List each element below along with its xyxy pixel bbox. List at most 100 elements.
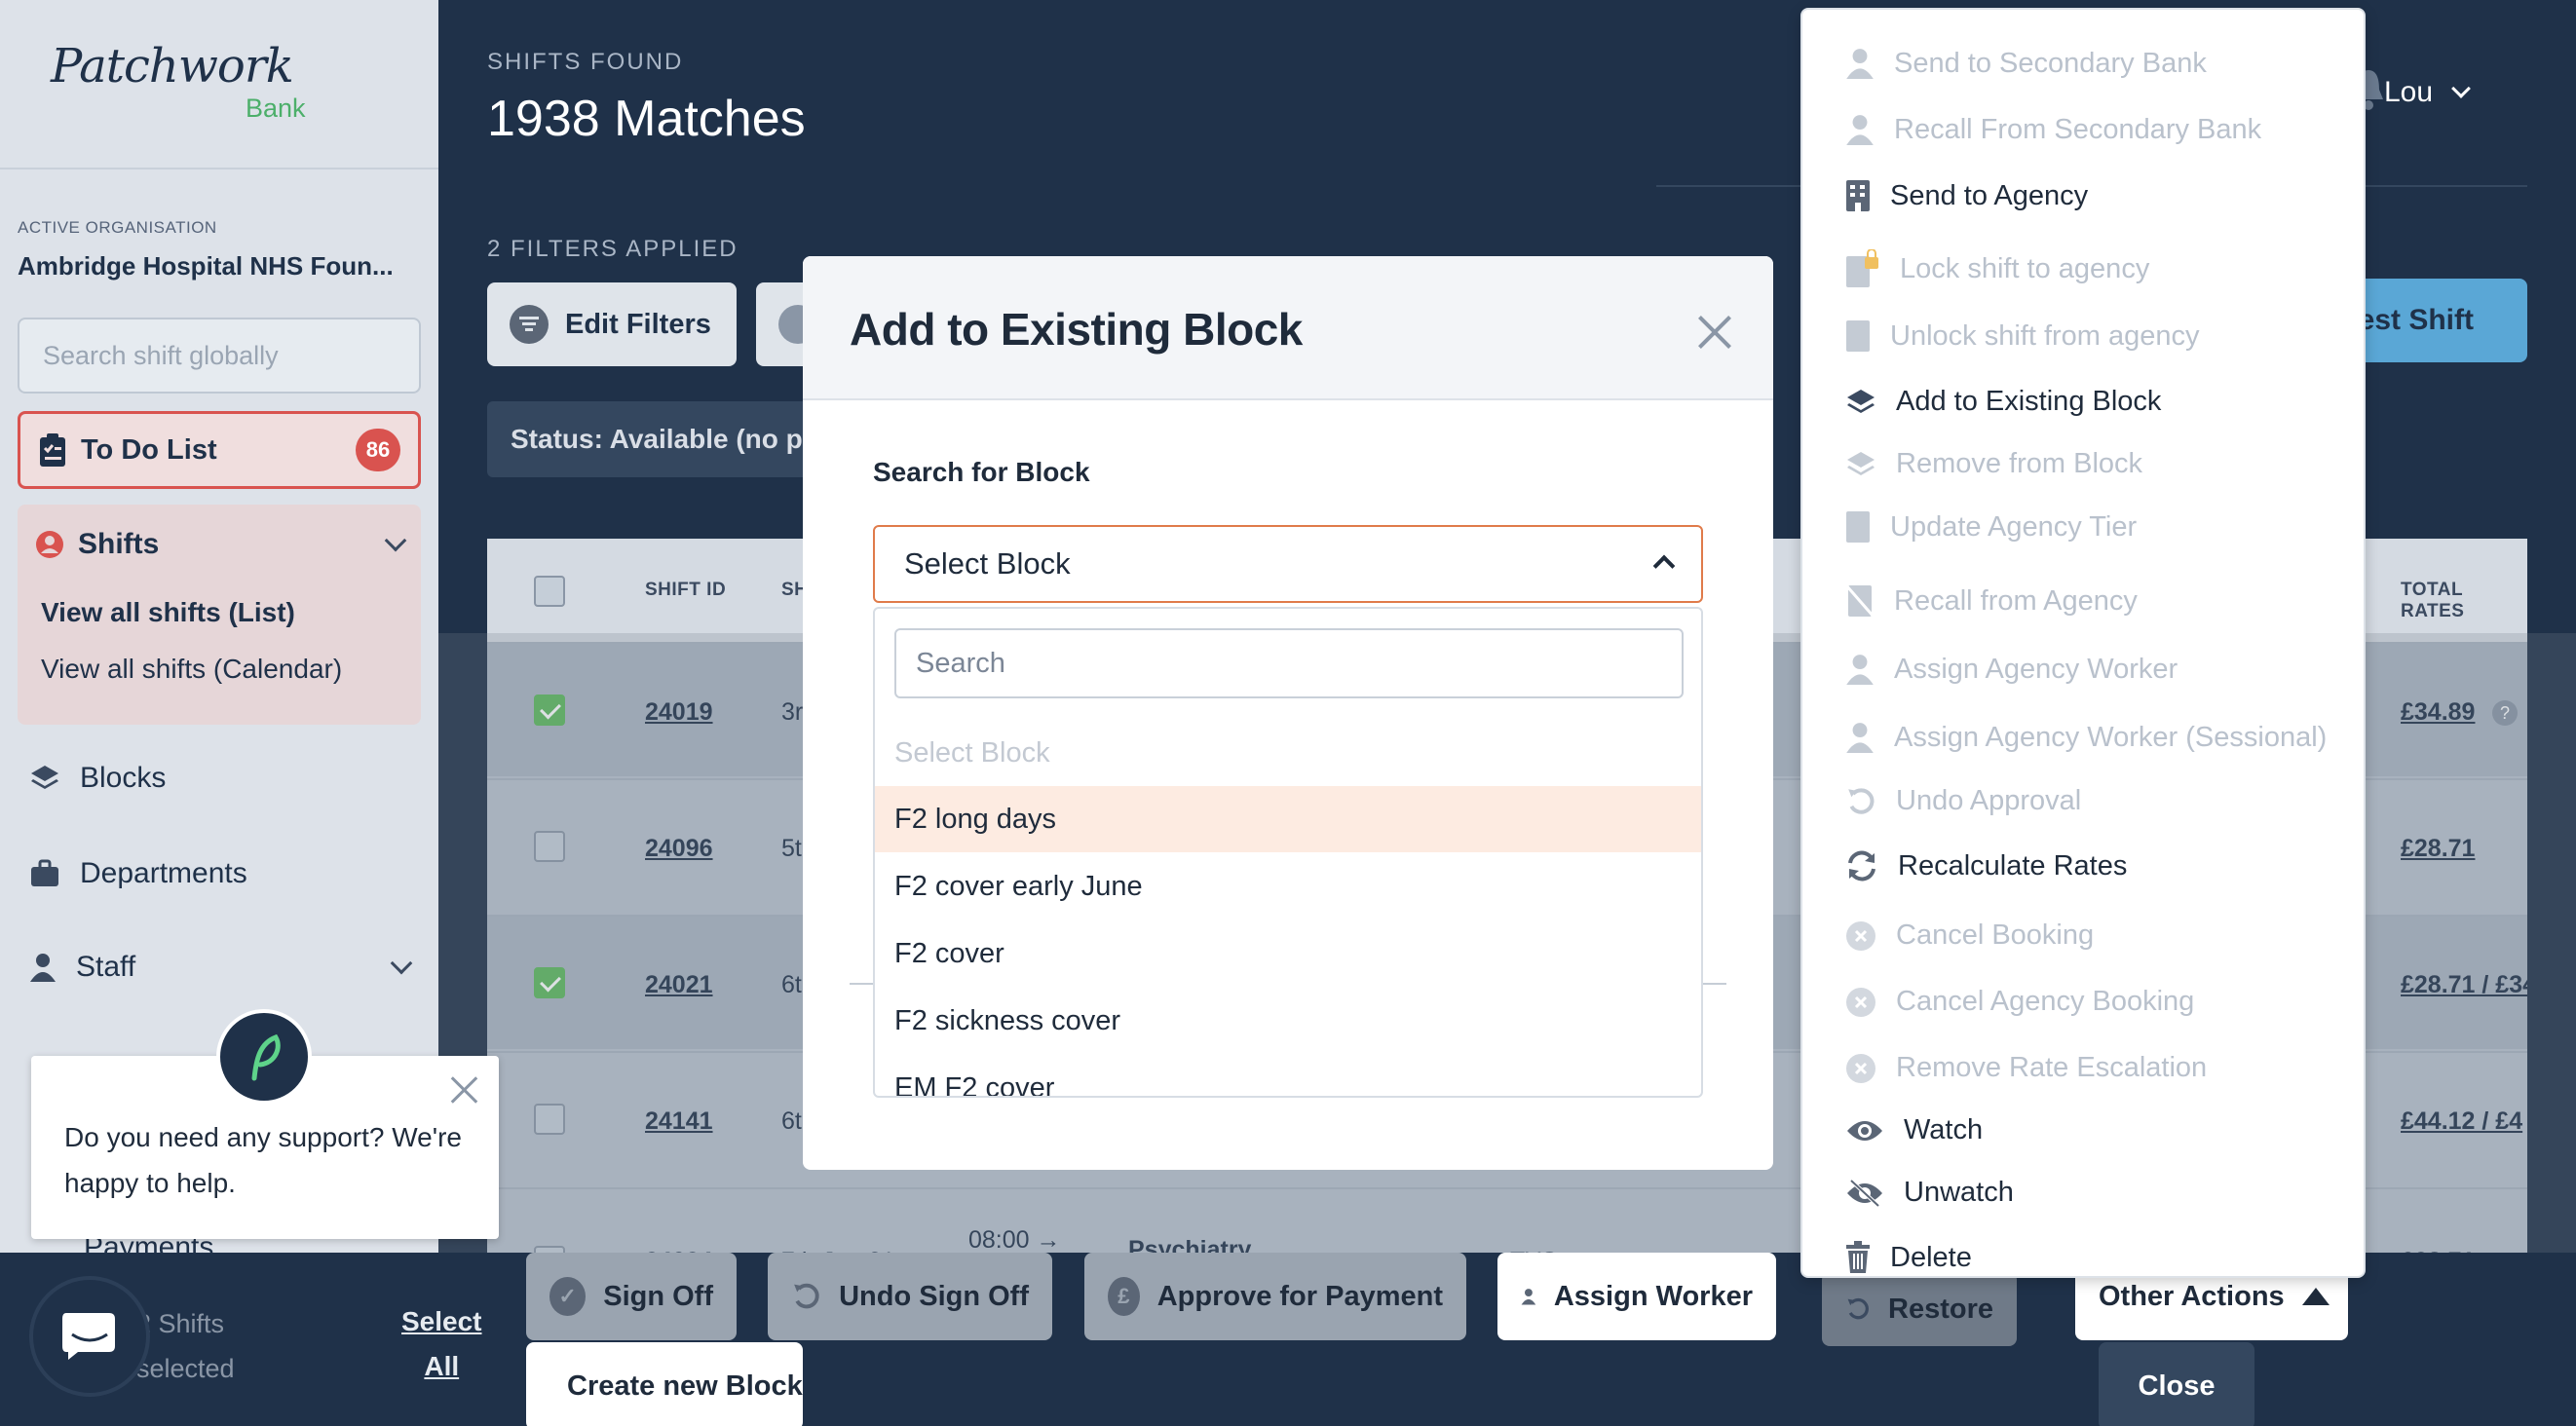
menu-item-delete[interactable]: Delete	[1845, 1241, 1972, 1274]
logo-subtitle: Bank	[246, 94, 306, 123]
building-icon	[1846, 180, 1870, 211]
eye-slash-icon	[1847, 1179, 1882, 1207]
menu-item-add-to-existing-block[interactable]: Add to Existing Block	[1845, 386, 2161, 418]
edit-filters-button[interactable]: Edit Filters	[487, 282, 737, 366]
person-icon	[1846, 115, 1874, 145]
menu-item-remove-from-block[interactable]: Remove from Block	[1845, 448, 2142, 480]
create-new-block-label: Create new Block	[567, 1370, 803, 1402]
layers-icon	[1847, 451, 1875, 475]
menu-item-cancel-agency-booking[interactable]: Cancel Agency Booking	[1845, 986, 2194, 1018]
menu-item-send-to-secondary-bank[interactable]: Send to Secondary Bank	[1845, 47, 2207, 80]
menu-item-assign-agency-worker-sessional[interactable]: Assign Agency Worker (Sessional)	[1845, 721, 2327, 754]
chat-launcher-button[interactable]	[29, 1276, 150, 1397]
building-slash-icon	[1845, 584, 1875, 618]
menu-item-update-agency-tier[interactable]: Update Agency Tier	[1845, 510, 2137, 544]
sidebar-item-departments[interactable]: Departments	[29, 857, 247, 890]
sidebar-item-blocks[interactable]: Blocks	[29, 762, 166, 795]
x-circle-icon	[1846, 1053, 1875, 1083]
menu-item-label: Watch	[1904, 1114, 1984, 1145]
select-all-link[interactable]: Select All	[401, 1299, 482, 1389]
menu-item-watch[interactable]: Watch	[1845, 1114, 1983, 1146]
block-select-value: Select Block	[904, 546, 1071, 581]
person-icon	[1846, 49, 1874, 79]
menu-item-assign-agency-worker[interactable]: Assign Agency Worker	[1845, 653, 2178, 686]
select-all-checkbox[interactable]	[534, 576, 565, 607]
refresh-icon	[1848, 850, 1875, 882]
column-header-shift-id[interactable]: SHIFT ID	[645, 580, 726, 601]
filter-icon	[510, 305, 549, 344]
menu-item-label: Assign Agency Worker (Sessional)	[1894, 721, 2328, 753]
eye-icon	[1847, 1120, 1882, 1141]
restore-button[interactable]: Restore	[1822, 1272, 2017, 1346]
add-to-block-modal: Add to Existing Block Search for Block S…	[803, 256, 1773, 1170]
dropdown-option[interactable]: F2 long days	[875, 786, 1701, 852]
active-org-name[interactable]: Ambridge Hospital NHS Foun...	[18, 251, 394, 281]
dropdown-option[interactable]: F2 cover	[875, 920, 1701, 987]
sidebar-item-label: Departments	[80, 857, 247, 889]
undo-sign-off-button[interactable]: Undo Sign Off	[768, 1253, 1052, 1340]
clipboard-icon	[40, 433, 65, 467]
person-icon	[1846, 723, 1874, 753]
approve-for-payment-button[interactable]: £ Approve for Payment	[1084, 1253, 1466, 1340]
block-search-input[interactable]	[894, 628, 1684, 698]
filters-applied-label: 2 FILTERS APPLIED	[487, 236, 739, 262]
dropdown-option[interactable]: F2 cover early June	[875, 853, 1701, 919]
menu-item-label: Delete	[1890, 1241, 1972, 1273]
close-icon[interactable]	[450, 1075, 479, 1105]
user-name: Lou	[2384, 76, 2434, 108]
building-icon	[1846, 320, 1870, 352]
sidebar-item-staff[interactable]: Staff	[29, 951, 413, 984]
sidebar-item-label: Shifts	[78, 528, 160, 560]
person-icon	[30, 954, 56, 982]
assign-worker-button[interactable]: Assign Worker	[1497, 1253, 1776, 1340]
column-header-total-rates[interactable]: TOTAL RATES	[2401, 580, 2527, 622]
menu-item-label: Recalculate Rates	[1898, 849, 2128, 882]
layers-icon	[1847, 389, 1875, 413]
chevron-down-icon	[2451, 79, 2471, 98]
sidebar-item-todo-list[interactable]: To Do List 86	[18, 411, 421, 489]
restore-icon	[1847, 1297, 1869, 1320]
other-actions-menu: Send to Secondary Bank Recall From Secon…	[1800, 8, 2366, 1278]
menu-item-lock-shift-to-agency[interactable]: Lock shift to agency	[1845, 249, 2149, 288]
menu-item-recall-from-secondary-bank[interactable]: Recall From Secondary Bank	[1845, 113, 2261, 146]
modal-title: Add to Existing Block	[850, 304, 1303, 355]
patchwork-logo[interactable]: Patchwork Bank	[51, 39, 306, 123]
menu-item-label: Update Agency Tier	[1890, 510, 2138, 543]
select-all-line-2: All	[424, 1351, 460, 1381]
sidebar-link-shifts-list[interactable]: View all shifts (List)	[18, 584, 421, 641]
check-circle-icon: ✓	[549, 1277, 587, 1316]
menu-item-unlock-shift-from-agency[interactable]: Unlock shift from agency	[1845, 319, 2200, 353]
x-circle-icon	[1846, 920, 1875, 951]
user-menu[interactable]: Lou	[2384, 76, 2471, 109]
sign-off-button[interactable]: ✓ Sign Off	[526, 1253, 737, 1340]
logo-wordmark: Patchwork	[51, 39, 294, 94]
close-button[interactable]: Close	[2099, 1342, 2254, 1426]
sidebar-group-shifts: Shifts View all shifts (List) View all s…	[18, 505, 421, 725]
menu-item-recall-from-agency[interactable]: Recall from Agency	[1845, 584, 2138, 618]
search-block-label: Search for Block	[873, 457, 1090, 487]
menu-item-label: Cancel Agency Booking	[1896, 986, 2195, 1017]
menu-item-recalculate-rates[interactable]: Recalculate Rates	[1845, 849, 2127, 882]
menu-item-undo-approval[interactable]: Undo Approval	[1845, 785, 2081, 817]
sign-off-label: Sign Off	[603, 1280, 713, 1312]
menu-item-remove-rate-escalation[interactable]: Remove Rate Escalation	[1845, 1052, 2207, 1084]
global-shift-search-input[interactable]	[18, 318, 421, 394]
caret-up-icon	[2301, 1288, 2330, 1305]
building-lock-icon	[1846, 249, 1878, 287]
menu-item-unwatch[interactable]: Unwatch	[1845, 1177, 2014, 1209]
undo-icon	[1848, 787, 1875, 814]
patchwork-leaf-icon	[251, 1033, 281, 1081]
close-icon[interactable]	[1695, 313, 1734, 352]
dropdown-option[interactable]: EM F2 cover	[875, 1055, 1701, 1096]
sidebar-item-shifts[interactable]: Shifts	[18, 505, 421, 584]
menu-item-label: Recall From Secondary Bank	[1894, 113, 2262, 145]
menu-item-send-to-agency[interactable]: Send to Agency	[1845, 179, 2088, 212]
support-chat-message: Do you need any support? We're happy to …	[64, 1122, 462, 1198]
dropdown-option[interactable]: F2 sickness cover	[875, 988, 1701, 1054]
sidebar-link-shifts-calendar[interactable]: View all shifts (Calendar)	[18, 641, 421, 697]
menu-item-label: Recall from Agency	[1894, 584, 2138, 617]
block-select[interactable]: Select Block	[873, 525, 1703, 603]
create-new-block-button[interactable]: Create new Block	[526, 1342, 803, 1426]
select-all-line-1: Select	[401, 1306, 482, 1336]
menu-item-cancel-booking[interactable]: Cancel Booking	[1845, 919, 2094, 952]
